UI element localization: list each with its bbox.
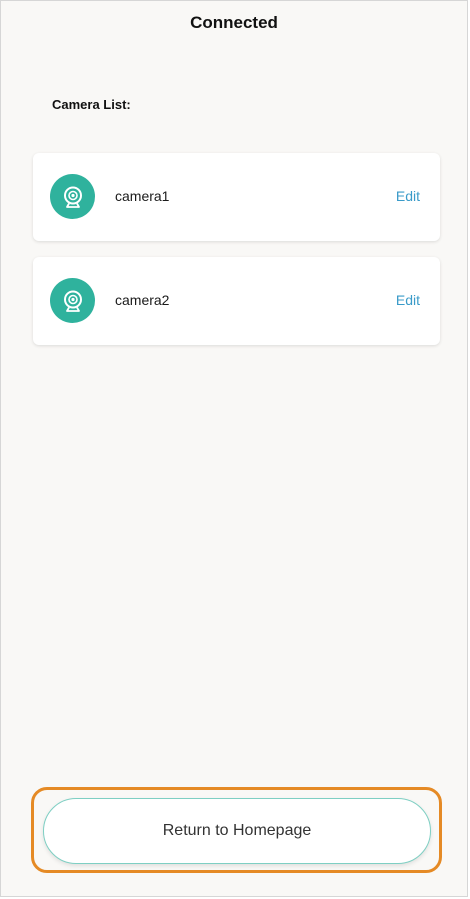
camera-name: camera2 bbox=[115, 292, 170, 308]
edit-camera1-link[interactable]: Edit bbox=[396, 188, 420, 204]
camera-list-item[interactable]: camera1 Edit bbox=[33, 153, 440, 241]
camera-list-item[interactable]: camera2 Edit bbox=[33, 257, 440, 345]
camera-name: camera1 bbox=[115, 188, 170, 204]
page-title: Connected bbox=[190, 13, 278, 32]
app-screen: Connected Camera List: camera1 Edit came… bbox=[0, 0, 468, 897]
edit-camera2-link[interactable]: Edit bbox=[396, 292, 420, 308]
return-to-homepage-button[interactable]: Return to Homepage bbox=[43, 798, 431, 864]
webcam-icon bbox=[50, 278, 95, 323]
camera-list-label: Camera List: bbox=[52, 97, 131, 112]
webcam-icon bbox=[50, 174, 95, 219]
